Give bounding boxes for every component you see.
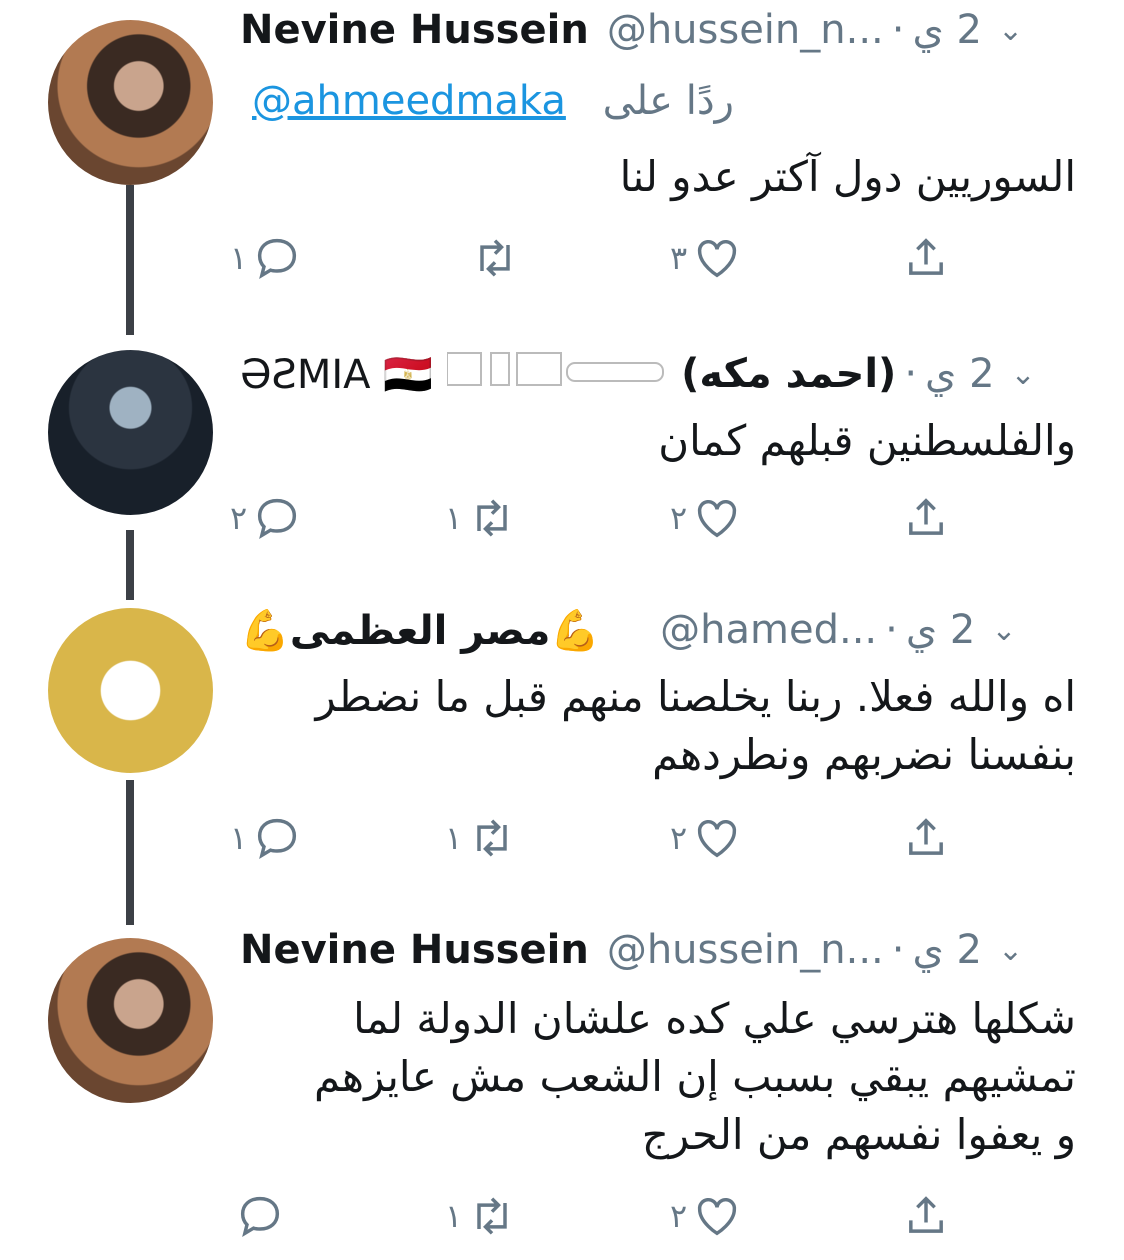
retweet-count: ١ bbox=[445, 819, 463, 857]
replying-to-label: ردًا على bbox=[602, 78, 734, 124]
reply-count: ١ bbox=[230, 239, 248, 277]
tweet-text-line: شكلها هترسي علي كده علشان الدولة لما bbox=[353, 994, 1076, 1043]
user-handle[interactable]: @hamed... bbox=[660, 607, 877, 653]
display-name[interactable]: Nevine Hussein bbox=[240, 927, 589, 973]
display-name[interactable]: 💪مصر العظمى💪 bbox=[240, 607, 600, 654]
display-name-suffix: ƏƧMIA 🇪🇬 bbox=[240, 351, 434, 398]
like-button[interactable]: ٢ bbox=[670, 1190, 743, 1242]
tweet-actions: ١ ١ ٢ bbox=[200, 812, 1020, 872]
tweet-text-line: و يعفوا نفسهم من الحرج bbox=[641, 1110, 1076, 1159]
share-icon bbox=[909, 1196, 943, 1233]
chevron-down-icon[interactable]: ⌄ bbox=[991, 613, 1016, 648]
tweet-text: السوريين دول آكتر عدو لنا bbox=[240, 148, 1076, 206]
retweet-icon bbox=[477, 1197, 507, 1235]
reply-count: ٢ bbox=[230, 499, 248, 537]
tweet-actions: ١ ٣ bbox=[200, 232, 1020, 292]
share-button[interactable] bbox=[900, 492, 952, 544]
tweet-text: اه والله فعلا. ربنا يخلصنا منهم قبل ما ن… bbox=[240, 668, 1076, 784]
avatar[interactable] bbox=[48, 938, 213, 1103]
like-button[interactable]: ٢ bbox=[670, 812, 743, 864]
tweet-text-line: اه والله فعلا. ربنا يخلصنا منهم قبل ما ن… bbox=[315, 672, 1076, 721]
reply-icon bbox=[258, 818, 297, 859]
retweet-button[interactable]: ١ bbox=[445, 1190, 518, 1242]
reply-icon bbox=[258, 238, 297, 279]
dot-separator: · bbox=[891, 927, 905, 973]
share-icon bbox=[909, 498, 943, 535]
share-icon bbox=[909, 818, 943, 855]
share-button[interactable] bbox=[900, 812, 952, 864]
chevron-down-icon[interactable]: ⌄ bbox=[998, 13, 1023, 48]
dot-separator: · bbox=[891, 7, 905, 53]
heart-icon bbox=[698, 500, 737, 538]
tweet-header: Nevine Hussein @hussein_n... · 2 ي ⌄ bbox=[240, 0, 1082, 60]
like-count: ٣ bbox=[670, 239, 688, 277]
hieroglyph-decoration bbox=[446, 347, 667, 401]
tweet-text: والفلسطنين قبلهم كمان bbox=[240, 412, 1076, 470]
dot-separator: · bbox=[904, 351, 918, 397]
retweet-button[interactable]: ١ bbox=[445, 812, 518, 864]
timestamp[interactable]: 2 ي bbox=[906, 607, 975, 653]
avatar[interactable] bbox=[48, 20, 213, 185]
tweet-text-line: تمشيهم يبقي بسبب إن الشعب مش عايزهم bbox=[313, 1052, 1076, 1101]
heart-icon bbox=[698, 820, 737, 858]
tweet[interactable]: 💪مصر العظمى💪 @hamed... · 2 ي ⌄ اه والله … bbox=[0, 600, 1124, 900]
timestamp[interactable]: 2 ي bbox=[912, 927, 981, 973]
tweet[interactable]: ƏƧMIA 🇪🇬 (احمد مكه) · 2 ي ⌄ والفلسطنين ق… bbox=[0, 340, 1124, 570]
user-handle[interactable]: @hussein_n... bbox=[607, 7, 884, 53]
avatar[interactable] bbox=[48, 350, 213, 515]
reply-button[interactable] bbox=[230, 1190, 286, 1242]
display-name[interactable]: (احمد مكه) bbox=[681, 351, 896, 397]
timestamp[interactable]: 2 ي bbox=[925, 351, 994, 397]
heart-icon bbox=[698, 1198, 737, 1236]
tweet[interactable]: Nevine Hussein @hussein_n... · 2 ي ⌄ @ah… bbox=[0, 0, 1124, 330]
tweet[interactable]: Nevine Hussein @hussein_n... · 2 ي ⌄ شكل… bbox=[0, 920, 1124, 1260]
reply-icon bbox=[258, 498, 297, 539]
retweet-count: ١ bbox=[445, 499, 463, 537]
retweet-icon bbox=[480, 239, 510, 277]
tweet-actions: ٢ ١ ٢ bbox=[200, 492, 1020, 552]
tweet-header: ƏƧMIA 🇪🇬 (احمد مكه) · 2 ي ⌄ bbox=[240, 344, 1082, 404]
dot-separator: · bbox=[885, 607, 898, 653]
retweet-count: ١ bbox=[445, 1197, 463, 1235]
avatar[interactable] bbox=[48, 608, 213, 773]
reply-icon bbox=[240, 1196, 280, 1237]
replying-to-handle[interactable]: @ahmeedmaka bbox=[252, 78, 566, 124]
like-count: ٢ bbox=[670, 819, 688, 857]
heart-icon bbox=[698, 240, 737, 278]
chevron-down-icon[interactable]: ⌄ bbox=[1011, 357, 1036, 392]
retweet-button[interactable] bbox=[465, 232, 521, 284]
tweet-actions: ١ ٢ bbox=[200, 1190, 1020, 1250]
like-count: ٢ bbox=[670, 499, 688, 537]
share-icon bbox=[909, 238, 943, 275]
like-count: ٢ bbox=[670, 1197, 688, 1235]
display-name[interactable]: Nevine Hussein bbox=[240, 7, 589, 53]
like-button[interactable]: ٣ bbox=[670, 232, 743, 284]
like-button[interactable]: ٢ bbox=[670, 492, 743, 544]
reply-button[interactable]: ٢ bbox=[230, 492, 303, 544]
tweet-text-line: بنفسنا نضربهم ونطردهم bbox=[652, 730, 1076, 779]
share-button[interactable] bbox=[900, 232, 952, 284]
reply-button[interactable]: ١ bbox=[230, 232, 303, 284]
tweet-text: شكلها هترسي علي كده علشان الدولة لما تمش… bbox=[240, 990, 1076, 1164]
tweet-text-line: السوريين دول آكتر عدو لنا bbox=[619, 152, 1076, 201]
tweet-header: Nevine Hussein @hussein_n... · 2 ي ⌄ bbox=[240, 920, 1082, 980]
tweet-text-line: والفلسطنين قبلهم كمان bbox=[658, 416, 1076, 465]
share-button[interactable] bbox=[900, 1190, 952, 1242]
reply-button[interactable]: ١ bbox=[230, 812, 303, 864]
chevron-down-icon[interactable]: ⌄ bbox=[998, 933, 1023, 968]
retweet-button[interactable]: ١ bbox=[445, 492, 518, 544]
retweet-icon bbox=[477, 819, 507, 857]
timestamp[interactable]: 2 ي bbox=[912, 7, 981, 53]
reply-count: ١ bbox=[230, 819, 248, 857]
retweet-icon bbox=[477, 499, 507, 537]
tweet-header: 💪مصر العظمى💪 @hamed... · 2 ي ⌄ bbox=[240, 600, 1082, 660]
user-handle[interactable]: @hussein_n... bbox=[607, 927, 884, 973]
